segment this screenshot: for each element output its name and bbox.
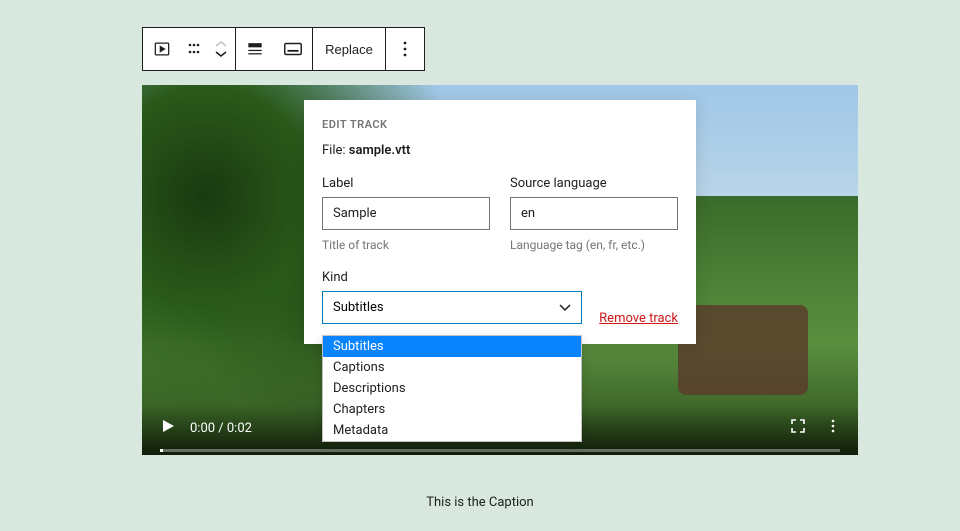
edit-track-popup: EDIT TRACK File: sample.vtt Label Title … (304, 100, 696, 344)
toolbar-group-more (386, 28, 424, 70)
more-options-button[interactable] (386, 28, 424, 70)
video-more-button[interactable] (826, 419, 840, 437)
label-field: Label Title of track (322, 176, 490, 252)
video-bg-decoration (678, 305, 808, 395)
replace-button[interactable]: Replace (313, 28, 385, 70)
block-mover[interactable] (207, 28, 235, 70)
video-controls-right (790, 418, 840, 438)
more-vertical-icon (396, 40, 414, 58)
source-lang-help: Language tag (en, fr, etc.) (510, 238, 678, 252)
tracks-icon (282, 38, 304, 60)
block-type-button[interactable] (143, 28, 181, 70)
file-prefix: File: (322, 143, 349, 158)
kind-dropdown: Subtitles Captions Descriptions Chapters… (322, 335, 582, 442)
align-icon (245, 39, 265, 59)
kind-label: Kind (322, 270, 678, 285)
fullscreen-icon (790, 418, 806, 434)
block-toolbar: Replace (142, 27, 425, 71)
align-button[interactable] (236, 28, 274, 70)
kind-option-captions[interactable]: Captions (323, 357, 581, 378)
video-progress-bar[interactable] (160, 449, 840, 452)
label-input[interactable] (322, 197, 490, 230)
remove-track-link[interactable]: Remove track (599, 311, 678, 326)
text-tracks-button[interactable] (274, 28, 312, 70)
file-line: File: sample.vtt (322, 143, 678, 158)
chevron-down-icon (559, 304, 571, 312)
file-name: sample.vtt (349, 143, 411, 158)
label-help: Title of track (322, 238, 490, 252)
kind-option-descriptions[interactable]: Descriptions (323, 378, 581, 399)
time-display: 0:00 / 0:02 (190, 421, 252, 436)
kind-option-subtitles[interactable]: Subtitles (323, 336, 581, 357)
toolbar-group-align (236, 28, 313, 70)
kind-selected-value: Subtitles (333, 300, 384, 315)
chevron-up-icon (215, 39, 227, 49)
drag-handle-button[interactable] (181, 28, 207, 70)
play-icon (160, 418, 176, 434)
block-caption[interactable]: This is the Caption (0, 495, 960, 510)
source-lang-label: Source language (510, 176, 678, 191)
more-vertical-icon (826, 419, 840, 433)
play-button[interactable] (160, 418, 176, 438)
popup-title: EDIT TRACK (322, 118, 678, 131)
toolbar-group-replace: Replace (313, 28, 386, 70)
video-block-icon (152, 39, 172, 59)
kind-option-metadata[interactable]: Metadata (323, 420, 581, 441)
source-lang-field: Source language Language tag (en, fr, et… (510, 176, 678, 252)
toolbar-group-block (143, 28, 236, 70)
drag-icon (187, 42, 201, 56)
fullscreen-button[interactable] (790, 418, 806, 438)
chevron-down-icon (215, 49, 227, 59)
label-field-label: Label (322, 176, 490, 191)
kind-select[interactable]: Subtitles (322, 291, 582, 324)
source-lang-input[interactable] (510, 197, 678, 230)
kind-option-chapters[interactable]: Chapters (323, 399, 581, 420)
